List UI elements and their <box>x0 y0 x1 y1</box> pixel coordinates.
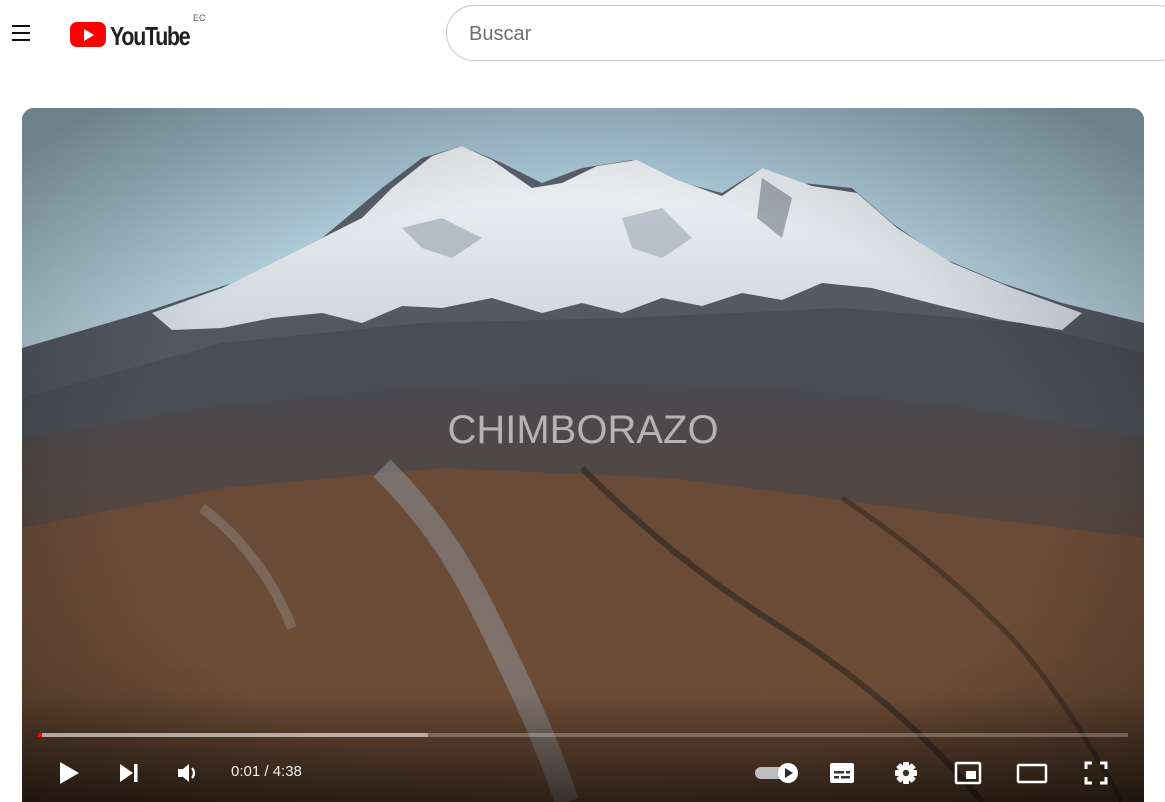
search-input[interactable] <box>467 19 1151 49</box>
next-icon <box>120 764 138 782</box>
video-title-overlay: CHIMBORAZO <box>447 408 719 452</box>
autoplay-toggle[interactable] <box>752 756 802 790</box>
settings-icon <box>895 762 917 784</box>
youtube-play-logo-icon <box>70 22 106 47</box>
logo-text: YouTube <box>110 21 191 51</box>
play-button[interactable] <box>52 756 86 790</box>
theater-mode-icon <box>1016 763 1048 784</box>
next-button[interactable] <box>112 756 146 790</box>
hamburger-menu-icon[interactable] <box>6 18 36 48</box>
progress-bar[interactable] <box>38 733 1128 737</box>
time-display: 0:01 / 4:38 <box>231 763 302 780</box>
video-player[interactable]: CHIMBORAZO 0:01 / 4:38 <box>22 108 1144 802</box>
play-icon <box>60 762 79 784</box>
miniplayer-button[interactable] <box>951 756 985 790</box>
buffered-progress <box>38 733 429 737</box>
subtitles-button[interactable] <box>825 756 859 790</box>
masthead: YouTube EC <box>0 0 1165 64</box>
country-code: EC <box>193 13 206 23</box>
mute-button[interactable] <box>172 756 206 790</box>
fullscreen-icon <box>1084 761 1108 785</box>
autoplay-toggle-icon <box>755 763 798 783</box>
fullscreen-button[interactable] <box>1079 756 1113 790</box>
subtitles-icon <box>830 763 854 783</box>
volume-icon <box>178 764 196 782</box>
played-progress <box>38 733 43 737</box>
theater-mode-button[interactable] <box>1015 756 1049 790</box>
search-box <box>446 5 1165 61</box>
miniplayer-icon <box>954 761 982 785</box>
settings-button[interactable] <box>889 756 923 790</box>
